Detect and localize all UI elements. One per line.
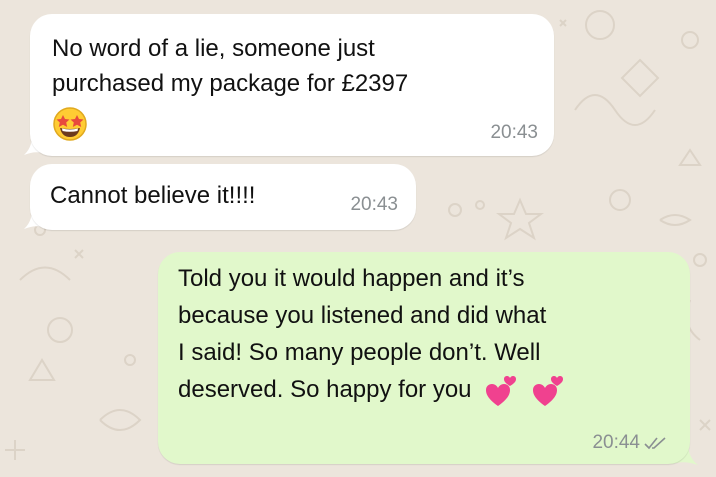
message-line: because you listened and did what xyxy=(178,302,547,329)
read-ticks-icon xyxy=(644,437,666,450)
message-meta: 20:43 xyxy=(350,194,398,216)
two-hearts-emoji xyxy=(532,375,563,406)
message-meta: 20:44 xyxy=(592,432,670,454)
timestamp: 20:43 xyxy=(490,122,538,143)
message-text: Cannot believe it!!!! xyxy=(50,178,255,213)
timestamp: 20:43 xyxy=(350,194,398,215)
two-hearts-emoji xyxy=(486,375,517,406)
message-text: Told you it would happen and it’s becaus… xyxy=(178,260,565,408)
message-line: purchased my package for £2397 xyxy=(52,70,409,97)
message-line: No word of a lie, someone just xyxy=(52,35,375,62)
star-struck-emoji xyxy=(53,107,87,141)
outgoing-message[interactable]: Told you it would happen and it’s becaus… xyxy=(158,252,690,464)
timestamp: 20:44 xyxy=(592,432,640,453)
message-line: Told you it would happen and it’s xyxy=(178,265,525,292)
message-line: I said! So many people don’t. Well xyxy=(178,339,541,366)
message-line: Cannot believe it!!!! xyxy=(50,182,256,209)
message-line: deserved. So happy for you xyxy=(178,371,565,408)
incoming-message[interactable]: Cannot believe it!!!! 20:43 xyxy=(30,164,416,230)
message-text: No word of a lie, someone just purchased… xyxy=(52,31,408,101)
incoming-message[interactable]: No word of a lie, someone just purchased… xyxy=(30,14,554,156)
message-meta: 20:43 xyxy=(490,122,538,144)
